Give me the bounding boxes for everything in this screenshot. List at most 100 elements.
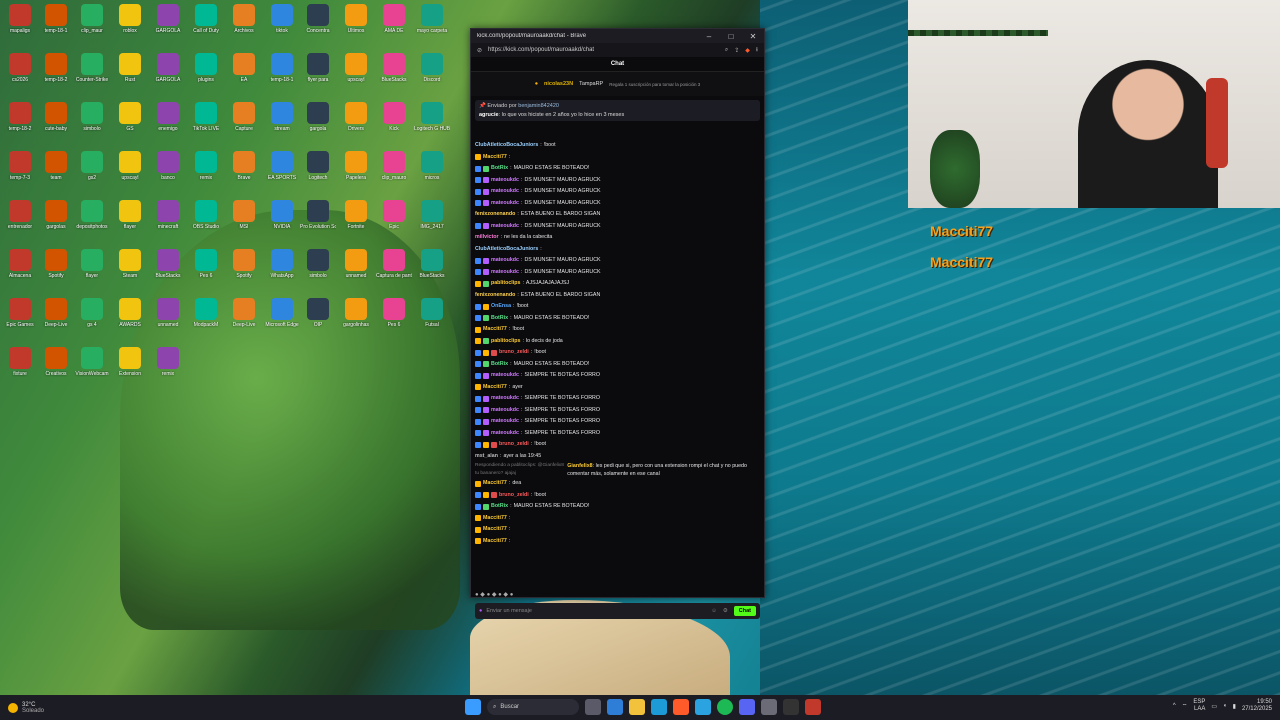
desktop-icon[interactable]: unnamed (338, 249, 374, 279)
chat-username[interactable]: bruno_zeldi (499, 439, 529, 451)
desktop-icon[interactable]: Spotify (226, 249, 262, 279)
desktop-icon[interactable]: upscayl (112, 151, 148, 181)
desktop-icon[interactable]: remix (150, 347, 186, 377)
desktop-icon[interactable]: Steam (112, 249, 148, 279)
desktop-icon[interactable]: NVIDIA (264, 200, 300, 230)
desktop-icon[interactable]: BlueStacks (150, 249, 186, 279)
pinned-sender[interactable]: benjamin842420 (518, 103, 559, 109)
pinned-author[interactable]: agrucie (479, 112, 499, 118)
desktop-icon[interactable]: gs 4 (74, 298, 110, 328)
desktop-icon[interactable]: temp-18-2 (38, 53, 74, 83)
chat-username[interactable]: Macciti77 (483, 513, 507, 525)
chat-username[interactable]: mateoukdc (491, 255, 519, 267)
desktop-icon[interactable]: Deep-Live (38, 298, 74, 328)
chat-username[interactable]: BotRix (491, 359, 508, 371)
minimize-icon[interactable]: – (698, 32, 720, 41)
chat-username[interactable]: pablitoclips (491, 278, 520, 290)
desktop-icon[interactable]: Capture (226, 102, 262, 132)
chat-username[interactable]: ClubAtleticoBocaJuniors (475, 140, 538, 152)
network-icon[interactable]: ▭ (1211, 703, 1217, 710)
desktop-icon[interactable]: Extension (112, 347, 148, 377)
chat-username[interactable]: Macciti77 (483, 478, 507, 490)
chat-username[interactable]: mateoukdc (491, 370, 519, 382)
chat-username[interactable]: Macciti77 (483, 536, 507, 548)
desktop-icon[interactable]: Pro Evolution Soccer (300, 200, 336, 230)
desktop-icon[interactable]: Papelera (338, 151, 374, 181)
download-icon[interactable]: ⭳ (756, 45, 758, 55)
brave-shield-icon[interactable]: ◆ (745, 47, 750, 54)
desktop-icon[interactable]: clip_maur (74, 4, 110, 34)
chat-username[interactable]: BotRix (491, 313, 508, 325)
desktop-icon[interactable]: simbolo (74, 102, 110, 132)
desktop-icon[interactable]: roblox (112, 4, 148, 34)
desktop-icon[interactable]: Almacena (2, 249, 38, 279)
desktop-icon[interactable]: minecraft (150, 200, 186, 230)
chat-username[interactable]: mateoukdc (491, 393, 519, 405)
desktop-icon[interactable]: OIP (300, 298, 336, 328)
chat-username[interactable]: pablitoclips (491, 336, 520, 348)
desktop-icon[interactable]: Ultimos (338, 4, 374, 34)
desktop-icon[interactable]: Archivos (226, 4, 262, 34)
telegram-icon[interactable] (695, 699, 711, 715)
desktop-icon[interactable]: Microsoft Edge (264, 298, 300, 328)
chat-input-bar[interactable]: ● Enviar un mensaje ☺ ⚙ Chat (475, 603, 760, 619)
chat-username[interactable]: BotRix (491, 501, 508, 513)
desktop-icon[interactable]: VisionWebcam (74, 347, 110, 377)
desktop-icon[interactable]: Rust (112, 53, 148, 83)
battery-icon[interactable]: ▮ (1233, 703, 1236, 710)
desktop-icon[interactable]: Captura de pantalla (376, 249, 412, 279)
desktop-icon[interactable]: Futsal (414, 298, 450, 328)
desktop-icon[interactable]: Logitech (300, 151, 336, 181)
brave-icon[interactable] (673, 699, 689, 715)
desktop-icon[interactable]: Creativos (38, 347, 74, 377)
desktop-icon[interactable]: Call of Duty (188, 4, 224, 34)
desktop-icon[interactable]: Concentra (300, 4, 336, 34)
emote-icon[interactable]: ☺ (711, 608, 717, 614)
zoom-icon[interactable]: ⌕ (725, 47, 728, 54)
desktop-icon[interactable]: temp-18-2 (2, 102, 38, 132)
spotify-icon[interactable] (717, 699, 733, 715)
desktop-icon[interactable]: Fortnite (338, 200, 374, 230)
desktop-icon[interactable]: GARGOLA (150, 4, 186, 34)
gifter-2[interactable]: TampaRP (579, 81, 603, 87)
desktop-icon[interactable]: gargolinhas (338, 298, 374, 328)
desktop-icon[interactable]: Pes 6 (188, 249, 224, 279)
chat-username[interactable]: mateoukdc (491, 175, 519, 187)
desktop-icon[interactable]: Discord (414, 53, 450, 83)
url-text[interactable]: https://kick.com/popout/mauroaakd/chat (488, 47, 719, 53)
weather-widget[interactable]: 32°C Soleado (0, 702, 98, 714)
reply-username[interactable]: Gianfelix8 (567, 463, 592, 469)
chat-username[interactable]: mateoukdc (491, 198, 519, 210)
clock[interactable]: 19:50 27/12/2025 (1242, 699, 1272, 713)
desktop-icon[interactable]: fixture (2, 347, 38, 377)
desktop-icon[interactable]: tiktok (264, 4, 300, 34)
desktop-icon[interactable]: gargola (300, 102, 336, 132)
chat-username[interactable]: fenixzonenando (475, 209, 515, 221)
desktop-icon[interactable]: Brave (226, 151, 262, 181)
desktop-icon[interactable]: entrenador (2, 200, 38, 230)
desktop-icon[interactable]: BlueStacks (414, 249, 450, 279)
msi-icon[interactable] (805, 699, 821, 715)
desktop-icon[interactable]: EA (226, 53, 262, 83)
desktop-icon[interactable]: micros (414, 151, 450, 181)
chat-username[interactable]: mateoukdc (491, 428, 519, 440)
desktop-icon[interactable]: simbolo (300, 249, 336, 279)
close-icon[interactable]: ✕ (742, 32, 764, 41)
tray-chevron-icon[interactable]: ^ (1173, 703, 1176, 709)
file-explorer-icon[interactable] (629, 699, 645, 715)
desktop-icon[interactable]: AWARDS (112, 298, 148, 328)
desktop-icon[interactable]: gs2 (74, 151, 110, 181)
wifi-icon[interactable]: ⌔ (1182, 702, 1188, 710)
desktop-icon[interactable]: OBS Studio (188, 200, 224, 230)
desktop-icon[interactable]: upscayl (338, 53, 374, 83)
desktop-icon[interactable]: Kick (376, 102, 412, 132)
settings-icon[interactable]: ⚙ (723, 608, 728, 614)
emote-row[interactable]: ● ◆ ● ◆ ● ◆ ● (475, 591, 513, 598)
chat-input[interactable]: Enviar un mensaje (486, 608, 711, 614)
desktop-icon[interactable]: Epic Games (2, 298, 38, 328)
desktop-icon[interactable]: clip_mauro (376, 151, 412, 181)
desktop-icon[interactable]: GS (112, 102, 148, 132)
desktop-icon[interactable]: enemigo (150, 102, 186, 132)
desktop-icon[interactable]: WhatsApp (264, 249, 300, 279)
desktop-icon[interactable]: unnamed (150, 298, 186, 328)
